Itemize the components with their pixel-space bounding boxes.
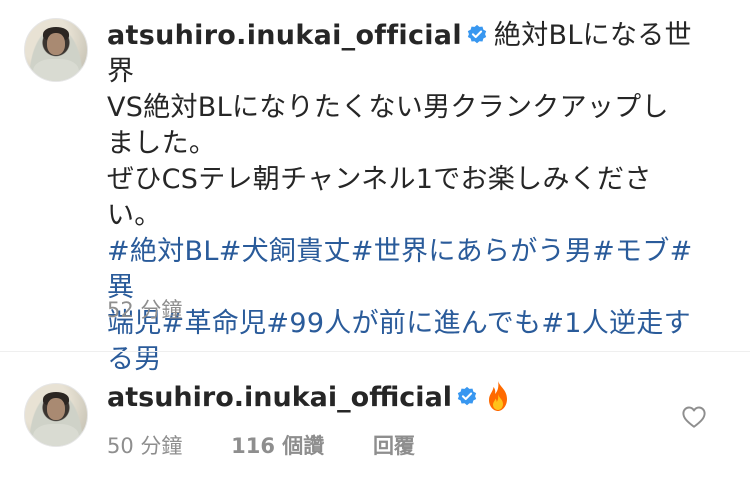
hashtag-line[interactable]: る男 bbox=[107, 342, 719, 378]
verified-badge-icon bbox=[457, 386, 477, 406]
caption-text-line: ました。 bbox=[107, 128, 217, 159]
comment-meta: 50 分鐘 116 個讚 回覆 bbox=[107, 430, 457, 460]
comment-likes-count[interactable]: 116 個讚 bbox=[231, 434, 324, 458]
caption-text-line: い。 bbox=[107, 200, 162, 231]
post-author-avatar[interactable] bbox=[24, 18, 88, 82]
verified-badge-icon bbox=[467, 24, 487, 44]
comment-timestamp: 50 分鐘 bbox=[107, 434, 183, 458]
reply-button[interactable]: 回覆 bbox=[373, 434, 415, 458]
avatar-body bbox=[33, 424, 79, 446]
hashtag-line[interactable]: #絶対BL#犬飼貴丈#世界にあらがう男#モブ#異 bbox=[107, 234, 719, 306]
avatar-body bbox=[33, 59, 79, 81]
comment-author-avatar[interactable] bbox=[24, 383, 88, 447]
post-caption: atsuhiro.inukai_official 絶対BLになる世界 VS絶対B… bbox=[107, 18, 719, 378]
comment-text: atsuhiro.inukai_official bbox=[107, 380, 512, 416]
avatar-face bbox=[47, 33, 65, 55]
divider bbox=[0, 351, 750, 352]
post-timestamp: 52 分鐘 bbox=[107, 298, 183, 322]
post-author-username[interactable]: atsuhiro.inukai_official bbox=[107, 20, 462, 51]
caption-text-line: ぜひCSテレ朝チャンネル1でお楽しみくださ bbox=[107, 164, 652, 195]
comment-author-username[interactable]: atsuhiro.inukai_official bbox=[107, 382, 452, 413]
fire-emoji-icon bbox=[489, 381, 508, 411]
like-heart-icon[interactable] bbox=[681, 404, 707, 430]
hashtag-line[interactable]: 端児#革命児#99人が前に進んでも#1人逆走す bbox=[107, 306, 719, 342]
caption-text-line: VS絶対BLになりたくない男クランクアップし bbox=[107, 92, 669, 123]
avatar-face bbox=[47, 398, 65, 420]
